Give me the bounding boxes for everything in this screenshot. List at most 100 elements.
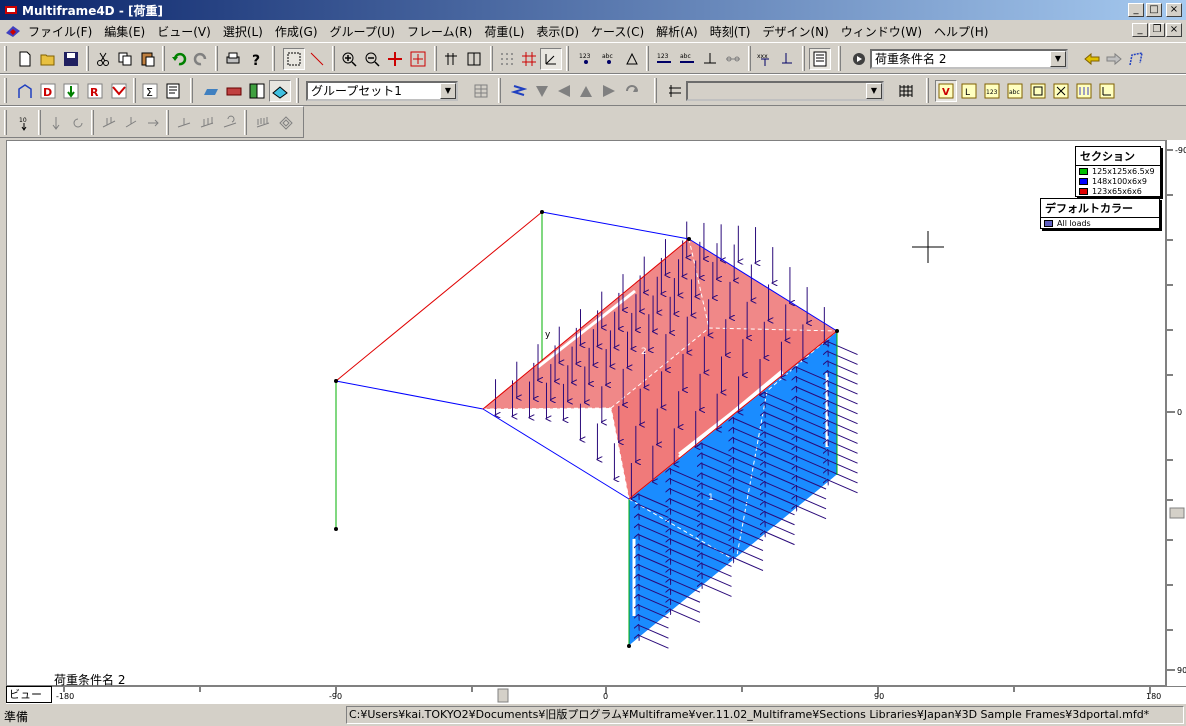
show-frame-icon[interactable] bbox=[1027, 80, 1049, 102]
grid-frame-icon[interactable] bbox=[463, 48, 485, 70]
save-icon[interactable] bbox=[60, 48, 82, 70]
node[interactable] bbox=[334, 379, 338, 383]
spreadsheet-icon[interactable] bbox=[809, 48, 831, 70]
point-load-icon[interactable] bbox=[45, 112, 67, 134]
support-left-icon[interactable] bbox=[553, 80, 575, 102]
node-moment-icon[interactable] bbox=[120, 112, 142, 134]
load-arrow-icon[interactable] bbox=[60, 80, 82, 102]
view-tab[interactable]: ビュー bbox=[6, 686, 52, 703]
arrow-right-icon[interactable] bbox=[1103, 48, 1125, 70]
member-distributed-load-icon[interactable] bbox=[196, 112, 218, 134]
member-labels-icon[interactable]: abc bbox=[676, 48, 698, 70]
member-beam-1[interactable] bbox=[335, 211, 543, 382]
menu-create[interactable]: 作成(G) bbox=[269, 23, 324, 40]
zoom-fit-icon[interactable] bbox=[407, 48, 429, 70]
member-release-icon[interactable] bbox=[722, 48, 744, 70]
undo-icon[interactable] bbox=[168, 48, 190, 70]
show-lengths-icon[interactable]: L bbox=[958, 80, 980, 102]
moment-diagram-icon[interactable] bbox=[108, 80, 130, 102]
zoom-out-icon[interactable] bbox=[361, 48, 383, 70]
section-orientation-icon[interactable] bbox=[777, 48, 799, 70]
show-cross-icon[interactable] bbox=[1050, 80, 1072, 102]
member-rafter-2[interactable] bbox=[541, 211, 690, 240]
cut-icon[interactable] bbox=[92, 48, 114, 70]
spring-icon[interactable] bbox=[508, 80, 530, 102]
show-values-icon[interactable]: V bbox=[935, 80, 957, 102]
section-labels-icon[interactable]: xxx bbox=[754, 48, 776, 70]
member-rafter-4[interactable] bbox=[482, 408, 630, 500]
member-rafter-1[interactable] bbox=[335, 380, 484, 410]
select-rectangle-icon[interactable] bbox=[283, 48, 305, 70]
help-icon[interactable]: ? bbox=[245, 48, 267, 70]
menu-select[interactable]: 選択(L) bbox=[217, 23, 269, 40]
structure-canvas[interactable]: y 2 1 セクション 125x125x6.5x9 148x100x6x9 12… bbox=[6, 140, 1166, 686]
chevron-down-icon[interactable]: ▼ bbox=[1050, 51, 1066, 67]
menu-edit[interactable]: 編集(E) bbox=[98, 23, 151, 40]
copy-icon[interactable] bbox=[114, 48, 136, 70]
redo-icon[interactable] bbox=[190, 48, 212, 70]
close-button[interactable]: × bbox=[1166, 3, 1182, 17]
minimize-button[interactable]: _ bbox=[1128, 3, 1144, 17]
frame-outline-icon[interactable] bbox=[1125, 48, 1147, 70]
toolbar-grip[interactable] bbox=[4, 78, 7, 103]
node-numbers-icon[interactable]: 123 bbox=[575, 48, 597, 70]
open-folder-icon[interactable] bbox=[37, 48, 59, 70]
child-close-button[interactable]: × bbox=[1166, 23, 1182, 37]
snap-grid-icon[interactable] bbox=[496, 48, 518, 70]
node[interactable] bbox=[835, 329, 839, 333]
child-minimize-button[interactable]: _ bbox=[1132, 23, 1148, 37]
node[interactable] bbox=[540, 210, 544, 214]
frame-select[interactable]: ▼ bbox=[686, 81, 884, 101]
sum-icon[interactable]: Σ bbox=[139, 80, 161, 102]
menu-help[interactable]: ヘルプ(H) bbox=[928, 23, 994, 40]
menu-analysis[interactable]: 解析(A) bbox=[650, 23, 704, 40]
show-loads-icon[interactable] bbox=[1073, 80, 1095, 102]
zoom-in-icon[interactable] bbox=[338, 48, 360, 70]
menu-view[interactable]: ビュー(V) bbox=[151, 23, 217, 40]
menu-load[interactable]: 荷重(L) bbox=[478, 23, 530, 40]
grid-lines-icon[interactable] bbox=[518, 48, 540, 70]
menu-group[interactable]: グループ(U) bbox=[324, 23, 401, 40]
node[interactable] bbox=[687, 237, 691, 241]
pan-icon[interactable] bbox=[384, 48, 406, 70]
prescribed-displacement-icon[interactable] bbox=[142, 112, 164, 134]
panel-load-icon[interactable] bbox=[275, 112, 297, 134]
toolbar-grip[interactable] bbox=[4, 110, 7, 135]
draw-member-icon[interactable] bbox=[306, 48, 328, 70]
moment-load-icon[interactable] bbox=[67, 112, 89, 134]
support-up-icon[interactable] bbox=[575, 80, 597, 102]
render-3d-icon[interactable] bbox=[269, 80, 291, 102]
panel-icon[interactable] bbox=[223, 80, 245, 102]
split-view-icon[interactable] bbox=[246, 80, 268, 102]
report-icon[interactable] bbox=[162, 80, 184, 102]
rotate-icon[interactable] bbox=[621, 80, 643, 102]
table-grid-icon[interactable] bbox=[895, 80, 917, 102]
menu-time[interactable]: 時刻(T) bbox=[704, 23, 757, 40]
show-numbers-icon[interactable]: 123 bbox=[981, 80, 1003, 102]
child-restore-button[interactable]: ❐ bbox=[1149, 23, 1165, 37]
chevron-down-icon[interactable]: ▼ bbox=[440, 83, 456, 99]
menu-frame[interactable]: フレーム(R) bbox=[401, 23, 478, 40]
load-scale-icon[interactable]: 10 bbox=[13, 112, 35, 134]
show-text-icon[interactable]: abc bbox=[1004, 80, 1026, 102]
grid-columns-icon[interactable] bbox=[440, 48, 462, 70]
menu-file[interactable]: ファイル(F) bbox=[22, 23, 98, 40]
group-set-select[interactable]: グループセット1 ▼ bbox=[306, 81, 458, 101]
frame-icon[interactable] bbox=[14, 80, 36, 102]
group-grid-icon[interactable] bbox=[470, 80, 492, 102]
vertical-ruler[interactable]: -90 0 90 bbox=[1166, 140, 1186, 686]
print-icon[interactable] bbox=[222, 48, 244, 70]
thermal-load-icon[interactable] bbox=[252, 112, 274, 134]
maximize-button[interactable]: □ bbox=[1146, 3, 1162, 17]
member-moment-icon[interactable] bbox=[219, 112, 241, 134]
frame-3d-view[interactable]: y 2 1 bbox=[7, 141, 1166, 686]
member-axes-icon[interactable] bbox=[699, 48, 721, 70]
plate-icon[interactable] bbox=[200, 80, 222, 102]
show-axes-icon[interactable] bbox=[1096, 80, 1118, 102]
deflection-icon[interactable]: D bbox=[37, 80, 59, 102]
menu-display[interactable]: 表示(D) bbox=[530, 23, 585, 40]
new-file-icon[interactable] bbox=[14, 48, 36, 70]
node[interactable] bbox=[334, 527, 338, 531]
support-right-icon[interactable] bbox=[598, 80, 620, 102]
arrow-left-icon[interactable] bbox=[1081, 48, 1103, 70]
